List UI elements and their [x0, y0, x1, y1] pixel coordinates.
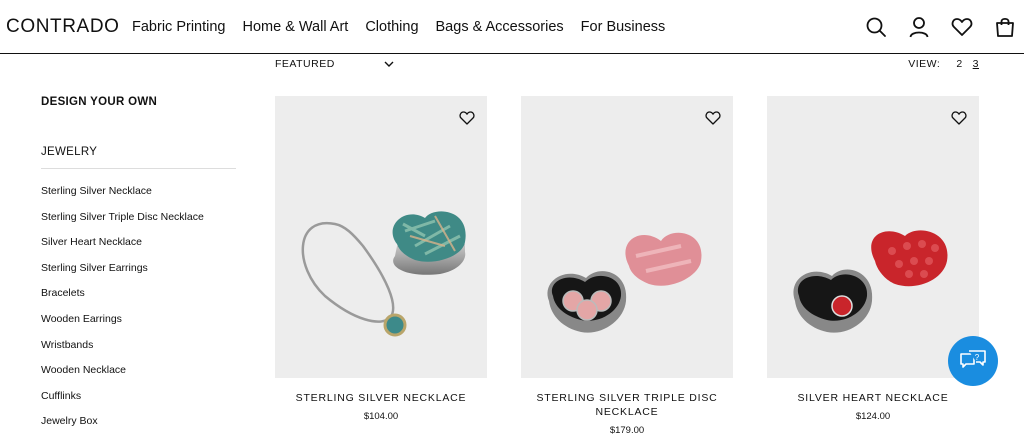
product-price: $179.00 [609, 425, 645, 436]
main-nav: Fabric Printing Home & Wall Art Clothing… [132, 19, 682, 35]
wishlist-icon[interactable] [951, 16, 973, 38]
product-card[interactable]: STERLING SILVER TRIPLE DISC NECKLACE $17… [521, 96, 733, 436]
triple-disc-necklace-box-image [547, 232, 702, 333]
sidebar-item-cufflinks[interactable]: Cufflinks [41, 384, 236, 410]
sidebar-item-wooden-earrings[interactable]: Wooden Earrings [41, 307, 236, 333]
bag-icon[interactable] [994, 16, 1016, 38]
nav-home-wall-art[interactable]: Home & Wall Art [242, 19, 348, 35]
product-title[interactable]: STERLING SILVER TRIPLE DISC NECKLACE [521, 391, 733, 419]
account-icon[interactable] [908, 16, 930, 38]
product-card[interactable]: SILVER HEART NECKLACE $124.00 [767, 96, 979, 422]
sidebar-item-bracelets[interactable]: Bracelets [41, 281, 236, 307]
product-title[interactable]: STERLING SILVER NECKLACE [275, 391, 487, 405]
category-sidebar: DESIGN YOUR OWN JEWELRY Sterling Silver … [41, 96, 236, 435]
chevron-down-icon [384, 61, 394, 67]
product-title[interactable]: SILVER HEART NECKLACE [767, 391, 979, 405]
wishlist-heart-icon[interactable] [459, 110, 475, 126]
nav-bags-accessories[interactable]: Bags & Accessories [436, 19, 564, 35]
product-image[interactable] [521, 96, 733, 378]
nav-for-business[interactable]: For Business [581, 19, 666, 35]
search-icon[interactable] [865, 16, 887, 38]
view-option-2[interactable]: 2 [956, 58, 962, 70]
chat-help-icon: ? [960, 350, 986, 368]
sidebar-item-silver-heart-necklace[interactable]: Silver Heart Necklace [41, 230, 236, 256]
sidebar-item-sterling-silver-earrings[interactable]: Sterling Silver Earrings [41, 256, 236, 282]
sidebar-category-jewelry[interactable]: JEWELRY [41, 146, 236, 169]
sidebar-item-sterling-silver-necklace[interactable]: Sterling Silver Necklace [41, 179, 236, 205]
silver-heart-necklace-box-image [793, 230, 948, 333]
sidebar-list: Sterling Silver Necklace Sterling Silver… [41, 179, 236, 435]
view-selector: VIEW: 2 3 [908, 58, 979, 70]
site-header: CONTRADO Fabric Printing Home & Wall Art… [0, 0, 1024, 54]
sidebar-item-jewelry-box[interactable]: Jewelry Box [41, 409, 236, 435]
product-card[interactable]: STERLING SILVER NECKLACE $104.00 [275, 96, 487, 422]
sidebar-item-triple-disc-necklace[interactable]: Sterling Silver Triple Disc Necklace [41, 205, 236, 231]
sidebar-item-wristbands[interactable]: Wristbands [41, 333, 236, 359]
view-option-3[interactable]: 3 [973, 58, 979, 70]
product-image[interactable] [767, 96, 979, 378]
necklace-with-heart-box-image [301, 211, 466, 337]
wishlist-heart-icon[interactable] [951, 110, 967, 126]
chat-help-button[interactable]: ? [948, 336, 998, 386]
site-logo[interactable]: CONTRADO [6, 16, 120, 38]
nav-clothing[interactable]: Clothing [365, 19, 418, 35]
product-price: $124.00 [855, 411, 891, 422]
sidebar-item-wooden-necklace[interactable]: Wooden Necklace [41, 358, 236, 384]
product-image[interactable] [275, 96, 487, 378]
sidebar-design-your-own[interactable]: DESIGN YOUR OWN [41, 96, 236, 108]
view-label: VIEW: [908, 58, 941, 70]
nav-fabric-printing[interactable]: Fabric Printing [132, 19, 225, 35]
product-price: $104.00 [363, 411, 399, 422]
wishlist-heart-icon[interactable] [705, 110, 721, 126]
svg-text:?: ? [975, 353, 980, 362]
sort-label: FEATURED [275, 58, 335, 70]
sort-dropdown[interactable]: FEATURED [275, 58, 395, 70]
